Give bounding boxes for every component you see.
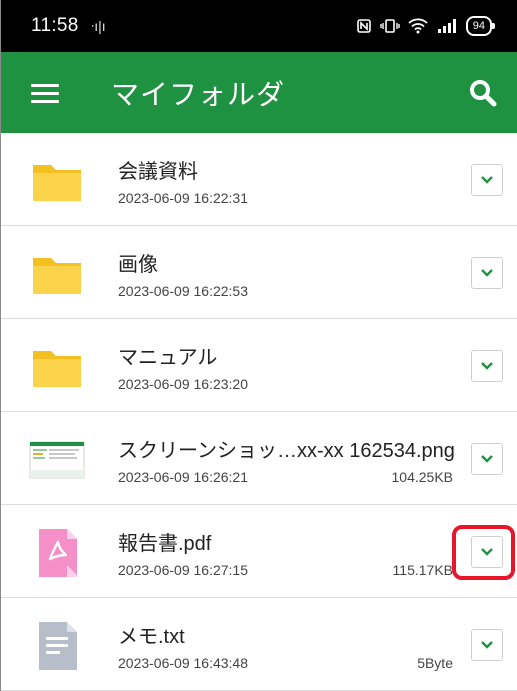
file-date: 2023-06-09 16:43:48 [118,655,248,671]
item-menu-button[interactable] [471,350,503,382]
chevron-down-icon [481,362,493,370]
battery-indicator: 94 [465,16,496,36]
folder-icon [33,258,81,294]
vibrate-icon [380,19,400,33]
list-item[interactable]: マニュアル 2023-06-09 16:23:20 [1,319,517,412]
chevron-down-icon [481,455,493,463]
file-date: 2023-06-09 16:27:15 [118,562,248,578]
file-name: 報告書.pdf [118,533,212,555]
list-item[interactable]: スクリーンショッ…xx-xx 162534.png 2023-06-09 16:… [1,412,517,505]
list-item[interactable]: 会議資料 2023-06-09 16:22:31 [1,133,517,226]
pdf-file-icon [39,529,77,577]
file-name: メモ.txt [118,626,185,648]
page-title: マイフォルダ [111,78,286,110]
chevron-down-icon [481,269,493,277]
file-name: 会議資料 [118,161,198,183]
notification-icon: ᐧı|ı [90,17,106,34]
nfc-icon [356,19,371,33]
file-size: 104.25KB [391,469,454,485]
list-item[interactable]: メモ.txt 2023-06-09 16:43:48 5Byte [1,598,517,691]
file-date: 2023-06-09 16:26:21 [118,469,248,485]
wifi-icon [408,18,428,34]
file-size: 115.17KB [392,562,453,578]
item-menu-button[interactable] [471,164,503,196]
chevron-down-icon [481,641,493,649]
file-date: 2023-06-09 16:22:53 [118,283,248,299]
menu-icon[interactable] [31,82,61,104]
folder-icon [33,351,81,387]
list-item[interactable]: 画像 2023-06-09 16:22:53 [1,226,517,319]
chevron-down-icon [481,548,493,556]
file-date: 2023-06-09 16:23:20 [118,376,248,392]
status-bar: 11:58 ᐧı|ı 94 [1,0,517,52]
file-name: マニュアル [118,347,218,369]
file-name: スクリーンショッ…xx-xx 162534.png [118,440,455,462]
screen: 11:58 ᐧı|ı 94 マイフォルダ 会議資料 2023-06-09 16:… [0,0,517,691]
file-date: 2023-06-09 16:22:31 [118,190,248,206]
status-icons: 94 [356,16,496,36]
search-icon[interactable] [468,78,498,108]
image-thumbnail [29,441,85,479]
text-file-icon [39,622,77,670]
chevron-down-icon [481,176,493,184]
app-bar: マイフォルダ [1,52,517,133]
item-menu-button[interactable] [471,536,503,568]
file-size: 5Byte [417,655,453,671]
item-menu-button[interactable] [471,257,503,289]
file-name: 画像 [118,254,158,276]
item-menu-button[interactable] [471,443,503,475]
file-list: 会議資料 2023-06-09 16:22:31 画像 2023-06-09 1… [1,133,517,691]
list-item[interactable]: 報告書.pdf 2023-06-09 16:27:15 115.17KB [1,505,517,598]
folder-icon [33,165,81,201]
signal-icon [437,19,456,33]
status-time: 11:58 [31,15,79,36]
item-menu-button[interactable] [471,629,503,661]
